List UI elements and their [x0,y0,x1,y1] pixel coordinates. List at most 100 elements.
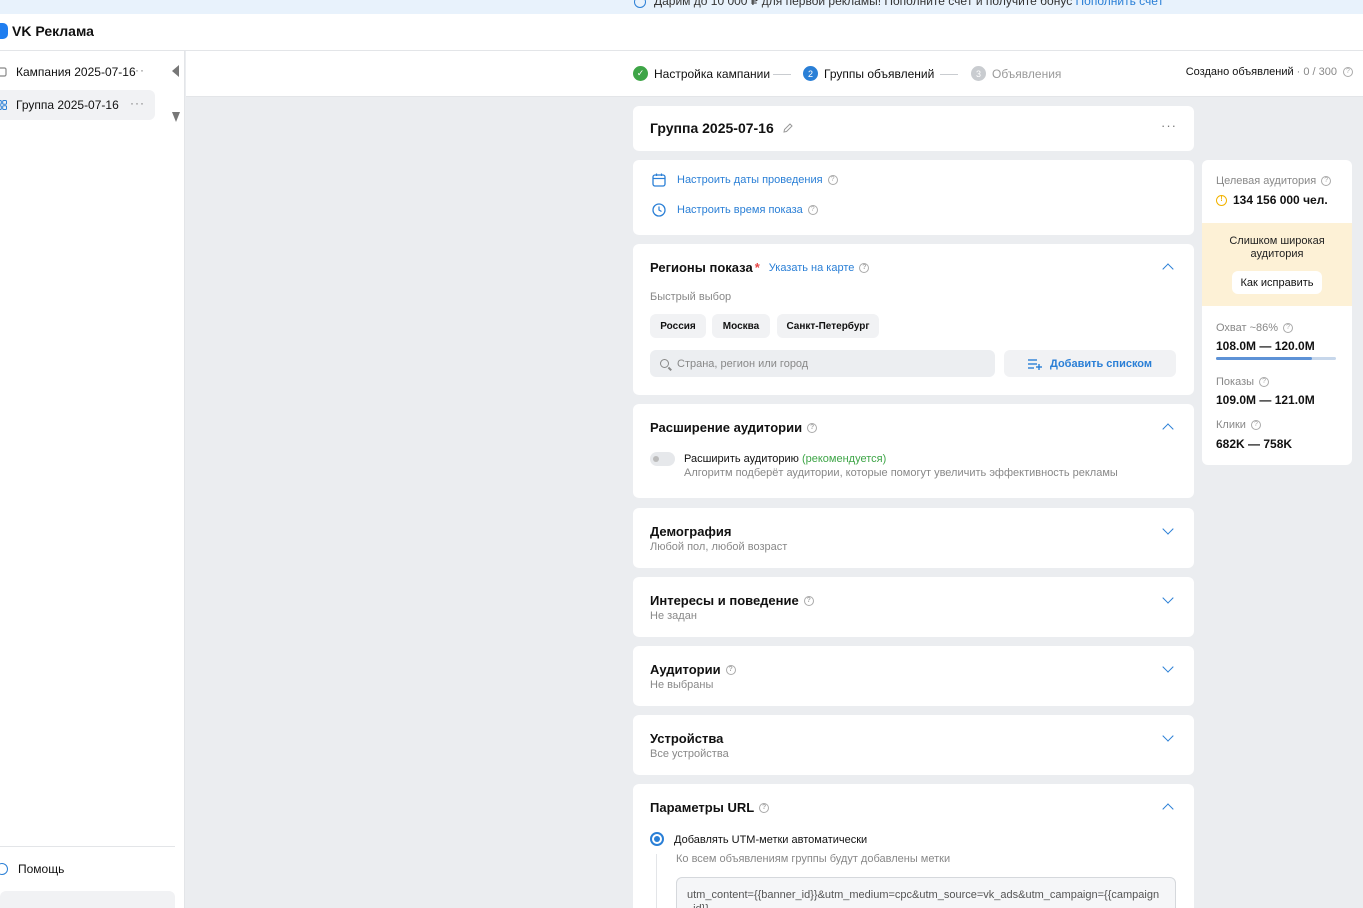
expansion-title: Расширение аудитории ? [650,420,818,435]
search-placeholder: Страна, регион или город [677,357,809,370]
devices-section[interactable]: Устройства Все устройства [633,715,1194,775]
url-params-title: Параметры URL ? [650,800,770,815]
clicks-value: 682K — 758K [1216,437,1293,451]
chevron-up-icon[interactable] [1162,803,1174,815]
help-icon[interactable]: ? [1343,67,1353,77]
chevron-down-icon[interactable] [1162,592,1174,604]
sidebar-item-campaign[interactable]: Кампания 2025-07-16 ··· [0,57,155,87]
clock-icon [652,203,666,217]
vk-logo-icon [0,23,8,39]
campaign-icon [0,67,7,77]
chevron-down-icon[interactable] [1162,661,1174,673]
expansion-title-text: Расширение аудитории [650,420,803,435]
help-icon[interactable]: ? [725,664,736,675]
show-on-map-link[interactable]: Указать на карте [769,262,855,274]
list-add-icon [1027,358,1042,370]
sidebar-divider [0,846,175,847]
campaign-more-button[interactable]: ··· [130,63,145,77]
help-icon[interactable]: ? [803,595,814,606]
impressions-label: Показы ? [1216,376,1270,388]
add-list-button[interactable]: Добавить списком [1004,350,1176,377]
utm-description: Ко всем объявлениям группы будут добавле… [676,853,951,865]
help-icon[interactable]: ? [827,175,838,185]
group-more-button[interactable]: ··· [1161,118,1177,133]
help-icon[interactable]: ? [807,422,818,433]
promo-banner: Дарим до 10 000 ₽ для первой рекламы! По… [0,0,1363,14]
interests-section[interactable]: Интересы и поведение ? Не задан [633,577,1194,637]
audiences-subtitle: Не выбраны [650,679,714,691]
help-icon[interactable]: ? [807,205,818,215]
chip-russia[interactable]: Россия [650,314,706,338]
group-more-button[interactable]: ··· [130,96,145,110]
step-campaign-settings[interactable]: ✓ Настройка кампании [633,66,770,81]
demography-subtitle: Любой пол, любой возраст [650,541,788,553]
check-icon: ✓ [633,66,648,81]
region-search-input[interactable]: Страна, регион или город [650,350,995,377]
help-icon[interactable]: ? [1321,176,1332,186]
sidebar: Кампания 2025-07-16 ··· Группа 2025-07-1… [0,51,185,908]
auto-utm-label: Добавлять UTM-метки автоматически [674,834,868,846]
expansion-toggle-label: Расширить аудиторию [684,453,799,465]
help-icon[interactable]: ? [759,802,770,813]
utm-field[interactable]: utm_content={{banner_id}}&utm_medium=cpc… [676,877,1176,908]
url-params-card: Параметры URL ? Добавлять UTM-метки авто… [633,784,1194,908]
clicks-label: Клики ? [1216,419,1261,431]
recommended-label: (рекомендуется) [801,453,887,465]
chevron-down-icon[interactable] [1162,523,1174,535]
devices-subtitle: Все устройства [650,748,729,760]
schedule-card: Настроить даты проведения ? Настроить вр… [633,160,1194,235]
audience-expansion-card: Расширение аудитории ? Расширить аудитор… [633,404,1194,498]
vk-ads-logo[interactable]: VK Реклама [0,23,94,39]
help-icon[interactable]: ? [1283,323,1294,333]
set-dates-label: Настроить даты проведения [677,174,823,186]
target-audience-label: Целевая аудитория ? [1216,175,1332,187]
info-icon [634,0,646,8]
clicks-label-text: Клики [1216,419,1246,431]
step-number: 2 [803,66,818,81]
step-ads[interactable]: 3 Объявления [971,66,1061,81]
chip-spb[interactable]: Санкт-Петербург [777,314,879,338]
broad-audience-warning: Слишком широкая аудитория Как исправить [1202,223,1352,306]
set-time-link[interactable]: Настроить время показа ? [652,203,818,217]
step-connector [940,74,958,75]
help-icon[interactable]: ? [859,262,870,273]
group-title[interactable]: Группа 2025-07-16 [650,120,774,136]
chevron-down-icon[interactable] [1162,730,1174,742]
impressions-label-text: Показы [1216,376,1255,388]
radio-guide-line [656,854,657,908]
help-icon[interactable]: ? [1259,377,1270,387]
set-dates-link[interactable]: Настроить даты проведения ? [652,173,838,187]
step-label: Группы объявлений [824,66,935,81]
sidebar-item-group[interactable]: Группа 2025-07-16 ··· [0,90,155,120]
devices-title: Устройства [650,731,724,746]
reach-value: 108.0M — 120.0M [1216,339,1315,353]
chip-moscow[interactable]: Москва [712,314,770,338]
add-list-label: Добавить списком [1049,357,1153,370]
demography-title: Демография [650,524,732,539]
calendar-icon [652,173,666,187]
collapse-sidebar-icon[interactable] [172,65,179,77]
set-time-label: Настроить время показа [677,204,803,216]
chevron-up-icon[interactable] [1162,263,1174,275]
url-params-title-text: Параметры URL [650,800,755,815]
scroll-arrow-icon[interactable] [172,112,180,122]
step-ad-groups[interactable]: 2 Группы объявлений [803,66,934,81]
audiences-title: Аудитории ? [650,662,736,677]
audience-stats-panel: Целевая аудитория ? ! 134 156 000 чел. С… [1202,160,1352,465]
reach-label: Охват ~86% ? [1216,322,1294,334]
help-icon[interactable]: ? [1250,420,1261,430]
demography-section[interactable]: Демография Любой пол, любой возраст [633,508,1194,568]
group-icon [0,100,7,110]
warning-text: Слишком широкая аудитория [1229,235,1325,260]
auto-utm-radio[interactable] [650,832,664,846]
chevron-up-icon[interactable] [1162,423,1174,435]
expand-audience-toggle[interactable] [650,452,675,466]
promo-topup-link[interactable]: Пополнить счёт [1076,0,1164,8]
sidebar-bottom-panel [0,891,175,908]
audiences-section[interactable]: Аудитории ? Не выбраны [633,646,1194,706]
edit-icon[interactable] [782,122,794,134]
how-to-fix-button[interactable]: Как исправить [1232,271,1322,294]
interests-title-text: Интересы и поведение [650,593,799,608]
reach-label-text: Охват ~86% [1216,322,1279,334]
help-link[interactable]: Помощь [0,862,64,876]
